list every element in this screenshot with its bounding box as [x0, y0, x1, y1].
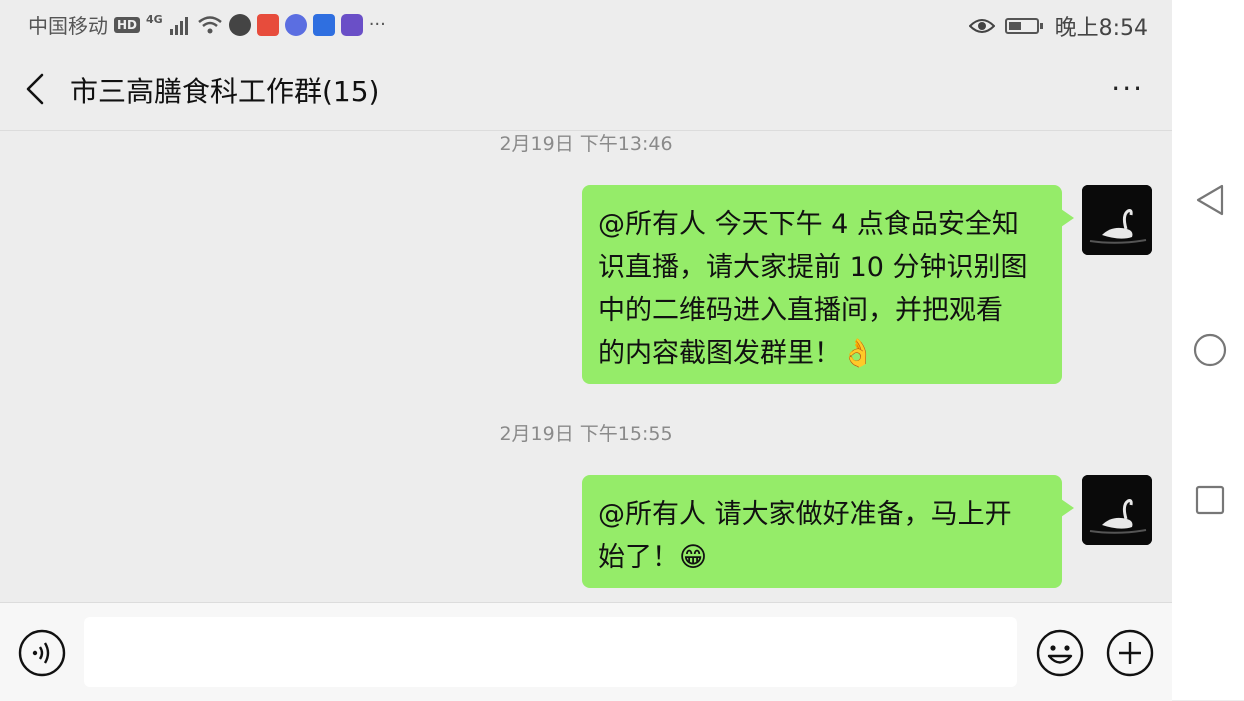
sina-icon: [256, 13, 279, 36]
signal-icon: [169, 16, 188, 35]
message-line: 始了！😁: [598, 542, 708, 573]
swan-image: [1082, 185, 1152, 255]
message-bubble[interactable]: @所有人 今天下午 4 点食品安全知 识直播，请大家提前 10 分钟识别图 中的…: [582, 185, 1074, 384]
message-line: 识直播，请大家提前 10 分钟识别图: [598, 252, 1028, 283]
nav-back-icon[interactable]: [1192, 182, 1228, 218]
message-line: 的内容截图发群里！👌: [598, 338, 875, 369]
voice-icon[interactable]: [18, 629, 66, 677]
eye-icon: [968, 19, 995, 33]
chat-title: 市三高膳食科工作群(15): [70, 75, 380, 108]
message-bubble[interactable]: @所有人 请大家做好准备，马上开 始了！😁: [582, 475, 1074, 588]
emoji-icon[interactable]: [1036, 629, 1084, 677]
back-arrow-icon[interactable]: [24, 72, 48, 106]
more-notifications: ···: [368, 14, 386, 35]
message-timestamp: 2月19日 下午13:46: [499, 133, 673, 155]
app-notification-icon: [228, 13, 251, 36]
chat-screen: 中国移动 HD 4G ··· 晚上8:54 市三高膳食科工作群(15) ··· …: [0, 0, 1172, 701]
message-input[interactable]: [84, 617, 1017, 687]
message-line: @所有人 今天下午 4 点食品安全知: [598, 209, 1019, 240]
plus-icon[interactable]: [1106, 629, 1154, 677]
message-line: @所有人 请大家做好准备，马上开: [598, 499, 1012, 530]
clock: 晚上8:54: [1054, 16, 1148, 41]
wifi-icon: [197, 15, 222, 33]
system-navigation-bar: [1172, 0, 1244, 700]
more-options-button[interactable]: ···: [1111, 72, 1144, 105]
avatar[interactable]: [1082, 475, 1152, 545]
input-bar: [0, 602, 1172, 701]
battery-icon: [1004, 18, 1043, 34]
music-icon: [284, 13, 307, 36]
chat-header: 市三高膳食科工作群(15) ···: [0, 48, 1172, 131]
nav-home-icon[interactable]: [1192, 332, 1228, 368]
avatar[interactable]: [1082, 185, 1152, 255]
hd-badge: HD: [114, 16, 141, 33]
baidu-icon: [312, 13, 335, 36]
carrier-label: 中国移动: [28, 14, 108, 38]
nav-recents-icon[interactable]: [1192, 482, 1228, 518]
message-timestamp: 2月19日 下午15:55: [499, 423, 673, 445]
status-bar: 中国移动 HD 4G ··· 晚上8:54: [0, 0, 1172, 48]
message-line: 中的二维码进入直播间，并把观看: [598, 295, 1003, 326]
network-label: 4G: [146, 13, 163, 26]
swan-image: [1082, 475, 1152, 545]
app-icon: [340, 13, 363, 36]
